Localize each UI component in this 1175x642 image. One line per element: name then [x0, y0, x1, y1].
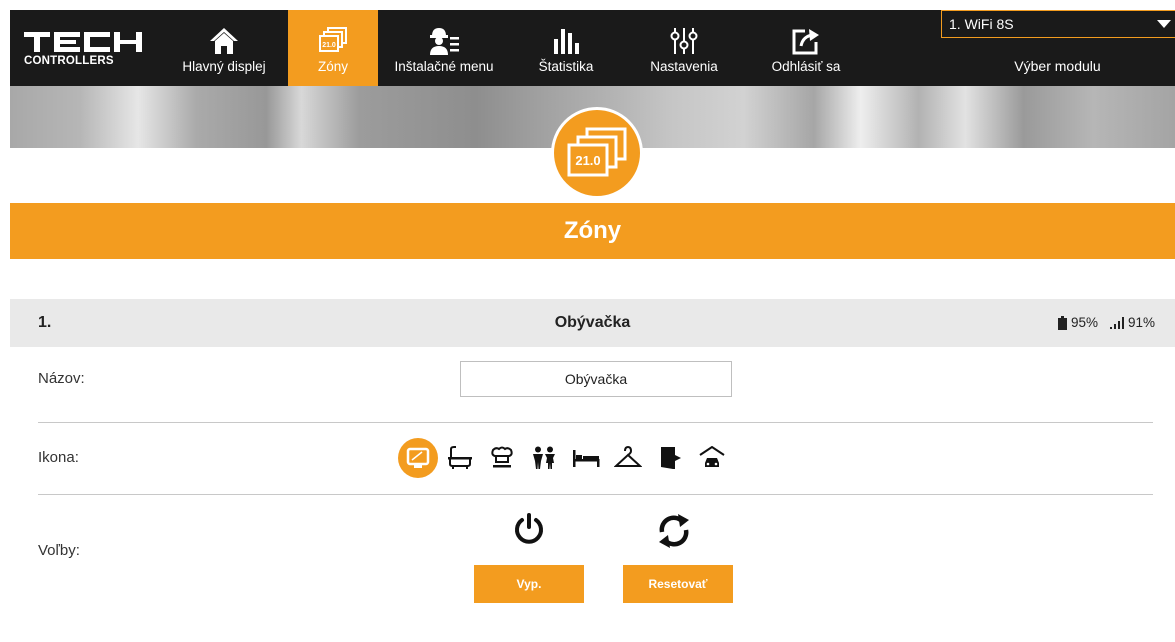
page-title: Zóny [10, 203, 1175, 259]
nav-label: Štatistika [538, 59, 594, 74]
signal-level: 91% [1127, 315, 1155, 330]
zones-badge-icon: 21.0 [551, 107, 643, 199]
nav-label: Inštalačné menu [394, 59, 494, 74]
door-icon[interactable] [650, 438, 690, 478]
zone-name-input[interactable] [460, 361, 732, 397]
top-navigation: CONTROLLERS Hlavný displej 21.0 Zóny Inš [10, 10, 1175, 86]
bed-icon[interactable] [566, 438, 606, 478]
battery-icon [1057, 315, 1067, 330]
off-button[interactable]: Vyp. [474, 565, 584, 603]
options-label: Voľby: [38, 542, 80, 559]
zone-header: 1. Obývačka 95% 91% [10, 299, 1175, 347]
module-selected-value: 1. WiFi 8S [949, 16, 1014, 32]
kitchen-icon[interactable] [482, 438, 522, 478]
signal-icon [1109, 316, 1124, 329]
home-icon [209, 25, 239, 55]
bathtub-icon[interactable] [440, 438, 480, 478]
statistics-icon [552, 25, 580, 55]
module-label: Výber modulu [1014, 58, 1101, 74]
tech-logo-mark [24, 30, 160, 52]
divider [38, 422, 1153, 423]
zone-status: 95% 91% [1057, 315, 1155, 330]
nav-label: Hlavný displej [182, 59, 266, 74]
divider [38, 494, 1153, 495]
nav-label: Nastavenia [650, 59, 718, 74]
nav-statistics[interactable]: Štatistika [510, 10, 622, 86]
refresh-icon[interactable] [656, 512, 692, 555]
nav-main-display[interactable]: Hlavný displej [160, 10, 288, 86]
logout-icon [791, 25, 821, 55]
hanger-icon[interactable] [608, 438, 648, 478]
module-selector: 1. WiFi 8S Výber modulu [940, 10, 1175, 86]
icon-label: Ikona: [38, 449, 79, 466]
badge-text: 21.0 [575, 153, 600, 168]
zone-name: Obývačka [554, 314, 631, 331]
svg-text:21.0: 21.0 [322, 42, 336, 49]
zones-icon: 21.0 [318, 25, 348, 55]
module-dropdown[interactable]: 1. WiFi 8S [941, 10, 1175, 38]
nav-installer-menu[interactable]: Inštalačné menu [378, 10, 510, 86]
tech-controllers-logo: CONTROLLERS [10, 10, 160, 86]
name-label: Názov: [38, 370, 85, 387]
power-icon[interactable] [512, 512, 546, 553]
installer-icon [428, 25, 460, 55]
children-icon[interactable] [524, 438, 564, 478]
nav-label: Zóny [317, 59, 348, 74]
reset-button[interactable]: Resetovať [623, 565, 733, 603]
zone-icon-picker [398, 438, 734, 478]
chevron-down-icon[interactable] [1157, 20, 1171, 28]
settings-sliders-icon [669, 25, 699, 55]
tv-icon[interactable] [398, 438, 438, 478]
battery-level: 95% [1070, 315, 1098, 330]
nav-label: Odhlásiť sa [771, 59, 841, 74]
nav-settings[interactable]: Nastavenia [622, 10, 746, 86]
nav-zones[interactable]: 21.0 Zóny [288, 10, 378, 86]
logo-subtitle: CONTROLLERS [24, 54, 114, 67]
garage-icon[interactable] [692, 438, 732, 478]
nav-logout[interactable]: Odhlásiť sa [746, 10, 866, 86]
